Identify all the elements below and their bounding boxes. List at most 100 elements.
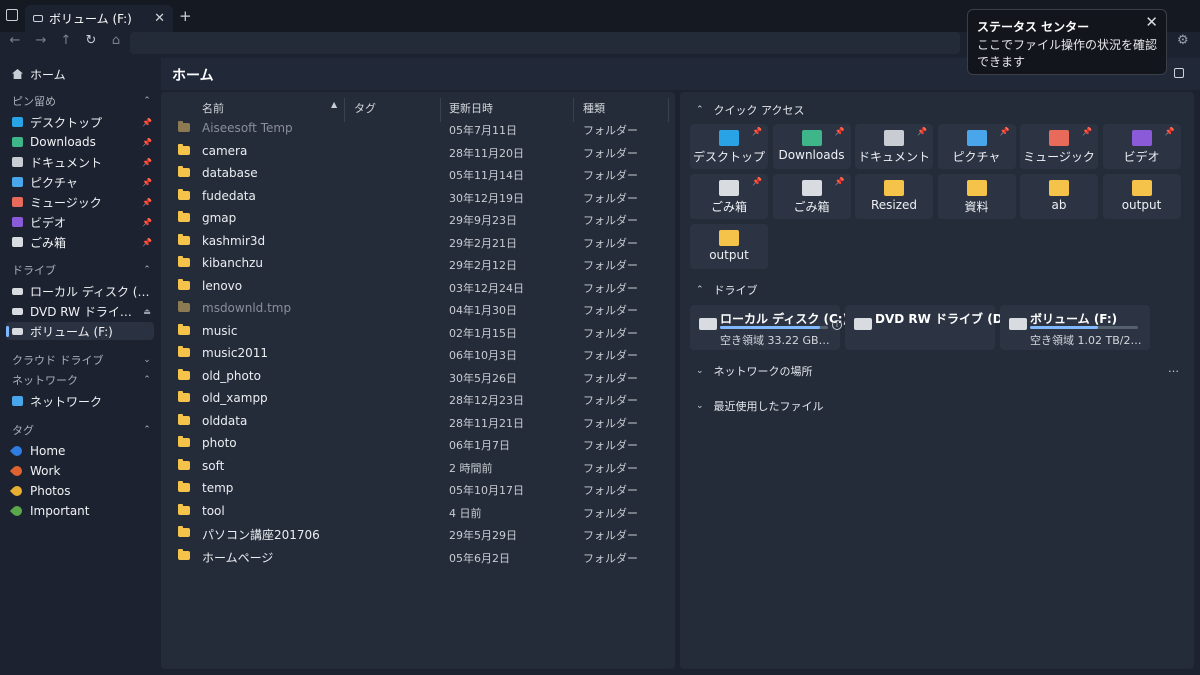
quick-access-tile[interactable]: 資料 — [937, 174, 1016, 219]
tab-list-icon[interactable] — [6, 9, 18, 21]
sidebar-item-pinned[interactable]: ミュージック 📌 — [6, 193, 154, 211]
sidebar-item-label: ネットワーク — [30, 394, 103, 409]
info-icon[interactable]: i — [832, 320, 842, 330]
table-row[interactable]: msdownld.tmp 04年1月30日 フォルダー — [161, 298, 675, 320]
quick-access-tile[interactable]: ピクチャ 📌 — [937, 124, 1016, 169]
network-locations-header[interactable]: ⌄ ネットワークの場所 — [696, 363, 813, 379]
recent-files-header[interactable]: ⌄ 最近使用したファイル — [696, 398, 824, 414]
pin-icon[interactable]: 📌 — [140, 118, 154, 127]
eject-icon[interactable]: ⏏ — [140, 307, 154, 316]
pin-icon[interactable]: 📌 — [917, 127, 927, 136]
up-icon[interactable]: ↑ — [57, 33, 75, 48]
pin-icon[interactable]: 📌 — [835, 177, 845, 186]
table-row[interactable]: old_photo 30年5月26日 フォルダー — [161, 366, 675, 388]
quick-access-header[interactable]: ⌃ クイック アクセス — [696, 102, 805, 118]
quick-access-tile[interactable]: ミュージック 📌 — [1020, 124, 1098, 169]
pin-icon[interactable]: 📌 — [140, 198, 154, 207]
quick-access-tile[interactable]: Resized — [855, 174, 933, 219]
file-modified-date: 04年1月30日 — [449, 304, 517, 317]
tab-close-icon[interactable]: ✕ — [154, 11, 165, 26]
section-label: ピン留め — [12, 95, 56, 108]
quick-access-tile[interactable]: output — [690, 224, 768, 269]
column-header-name[interactable]: 名前 — [202, 100, 224, 116]
sidebar-item-drive-f[interactable]: ボリューム (F:) — [6, 322, 154, 340]
more-options-icon[interactable]: … — [1168, 362, 1179, 375]
pin-icon[interactable]: 📌 — [140, 238, 154, 247]
table-row[interactable]: olddata 28年11月21日 フォルダー — [161, 411, 675, 433]
quick-access-tile[interactable]: Downloads 📌 — [772, 124, 851, 169]
table-row[interactable]: ホームページ 05年6月2日 フォルダー — [161, 546, 675, 568]
pin-icon[interactable]: 📌 — [140, 158, 154, 167]
back-icon[interactable]: ← — [6, 33, 24, 48]
sidebar-item-drive-c[interactable]: ローカル ディスク (C:) — [6, 282, 154, 300]
quick-access-tile[interactable]: ビデオ 📌 — [1102, 124, 1181, 169]
table-row[interactable]: fudedata 30年12月19日 フォルダー — [161, 186, 675, 208]
pin-icon[interactable]: 📌 — [1165, 127, 1175, 136]
table-row[interactable]: lenovo 03年12月24日 フォルダー — [161, 276, 675, 298]
quick-access-tile[interactable]: ごみ箱 📌 — [772, 174, 851, 219]
table-row[interactable]: kibanchzu 29年2月12日 フォルダー — [161, 253, 675, 275]
sidebar-section-network[interactable]: ネットワーク ⌃ — [12, 372, 154, 388]
settings-icon[interactable]: ⚙ — [1177, 33, 1189, 48]
table-row[interactable]: old_xampp 28年12月23日 フォルダー — [161, 388, 675, 410]
quick-access-tile[interactable]: ごみ箱 📌 — [690, 174, 768, 219]
sidebar-item-pinned[interactable]: ドキュメント 📌 — [6, 153, 154, 171]
pin-icon[interactable]: 📌 — [140, 138, 154, 147]
sidebar-item-tag[interactable]: Important — [6, 502, 154, 520]
sidebar-item-tag[interactable]: Work — [6, 462, 154, 480]
table-row[interactable]: gmap 29年9月23日 フォルダー — [161, 208, 675, 230]
sidebar-item-pinned[interactable]: デスクトップ 📌 — [6, 113, 154, 131]
tab-volume-f[interactable]: ボリューム (F:) ✕ — [25, 5, 173, 32]
close-icon[interactable]: ✕ — [1145, 13, 1158, 31]
sidebar-item-network[interactable]: ネットワーク — [6, 392, 154, 410]
table-row[interactable]: photo 06年1月7日 フォルダー — [161, 433, 675, 455]
drive-tile-c[interactable]: ローカル ディスク (C:) 空き領域 33.22 GB/4... i — [690, 305, 848, 350]
sidebar-item-pinned[interactable]: Downloads 📌 — [6, 133, 154, 151]
sidebar-item-home[interactable]: ホーム — [6, 65, 154, 83]
table-row[interactable]: temp 05年10月17日 フォルダー — [161, 478, 675, 500]
sidebar-item-pinned[interactable]: ピクチャ 📌 — [6, 173, 154, 191]
pin-icon[interactable]: 📌 — [835, 127, 845, 136]
quick-access-tile[interactable]: ドキュメント 📌 — [855, 124, 933, 169]
sidebar-section-drives[interactable]: ドライブ ⌃ — [12, 262, 154, 278]
forward-icon[interactable]: → — [32, 33, 50, 48]
drives-header[interactable]: ⌃ ドライブ — [696, 282, 758, 298]
drive-tile-d[interactable]: DVD RW ドライブ (D:) — [845, 305, 1013, 350]
pin-icon[interactable]: 📌 — [752, 177, 762, 186]
column-header-date[interactable]: 更新日時 — [449, 100, 493, 116]
table-row[interactable]: database 05年11月14日 フォルダー — [161, 163, 675, 185]
pin-icon[interactable]: 📌 — [140, 218, 154, 227]
table-row[interactable]: kashmir3d 29年2月21日 フォルダー — [161, 231, 675, 253]
sidebar-item-tag[interactable]: Photos — [6, 482, 154, 500]
pin-icon[interactable]: 📌 — [1000, 127, 1010, 136]
preview-pane-toggle-icon[interactable] — [1174, 68, 1184, 78]
sidebar-item-tag[interactable]: Home — [6, 442, 154, 460]
sidebar-section-tags[interactable]: タグ ⌃ — [12, 422, 154, 438]
address-bar[interactable] — [130, 32, 960, 54]
drive-tile-f[interactable]: ボリューム (F:) 空き領域 1.02 TB/2.7... — [1000, 305, 1150, 350]
new-tab-button[interactable]: + — [179, 7, 192, 25]
home-icon[interactable]: ⌂ — [107, 33, 125, 48]
table-row[interactable]: soft 2 時間前 フォルダー — [161, 456, 675, 478]
quick-access-tile[interactable]: ab — [1020, 174, 1098, 219]
sidebar-section-cloud[interactable]: クラウド ドライブ ⌄ — [12, 352, 154, 368]
sidebar-item-pinned[interactable]: ビデオ 📌 — [6, 213, 154, 231]
table-row[interactable]: music 02年1月15日 フォルダー — [161, 321, 675, 343]
table-row[interactable]: パソコン講座201706 29年5月29日 フォルダー — [161, 523, 675, 545]
quick-access-tile[interactable]: output — [1102, 174, 1181, 219]
sidebar-section-pinned[interactable]: ピン留め ⌃ — [12, 93, 154, 109]
quick-access-tile[interactable]: デスクトップ 📌 — [690, 124, 768, 169]
sidebar-item-drive-d[interactable]: DVD RW ドライブ (D:) ⏏ — [6, 302, 154, 320]
table-row[interactable]: Aiseesoft Temp 05年7月11日 フォルダー — [161, 118, 675, 140]
refresh-icon[interactable]: ↻ — [82, 33, 100, 48]
sidebar-item-label: Photos — [30, 484, 71, 498]
table-row[interactable]: tool 4 日前 フォルダー — [161, 501, 675, 523]
column-header-type[interactable]: 種類 — [583, 100, 605, 116]
column-header-tag[interactable]: タグ — [354, 100, 376, 116]
table-row[interactable]: music2011 06年10月3日 フォルダー — [161, 343, 675, 365]
pin-icon[interactable]: 📌 — [752, 127, 762, 136]
table-row[interactable]: camera 28年11月20日 フォルダー — [161, 141, 675, 163]
pin-icon[interactable]: 📌 — [1082, 127, 1092, 136]
pin-icon[interactable]: 📌 — [140, 178, 154, 187]
sidebar-item-pinned[interactable]: ごみ箱 📌 — [6, 233, 154, 251]
